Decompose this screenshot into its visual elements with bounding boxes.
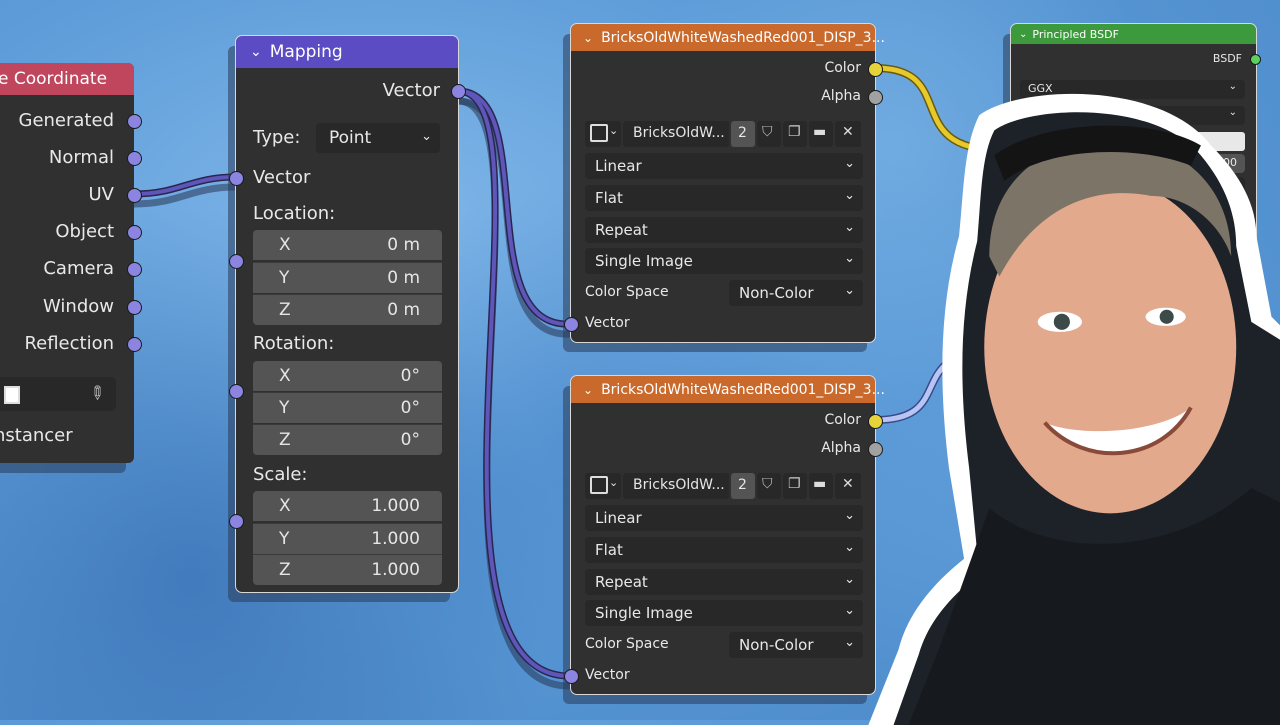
presenter-photo [868, 93, 1280, 725]
